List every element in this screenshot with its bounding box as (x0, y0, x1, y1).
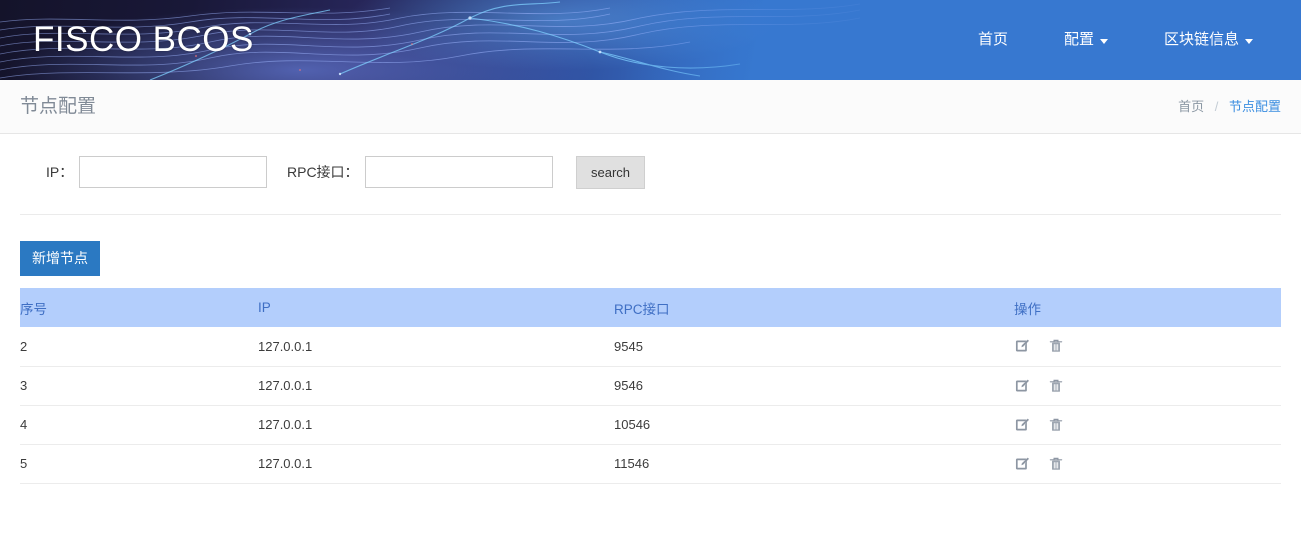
app-logo: FISCO BCOS (33, 20, 254, 59)
search-input-ip[interactable] (79, 156, 268, 188)
cell-rpc: 9546 (614, 366, 1014, 406)
chevron-down-icon (1099, 38, 1108, 44)
node-table-head: 序号 IP RPC接口 操作 (20, 288, 1281, 327)
cell-actions (1014, 366, 1281, 406)
search-field-ip-label: IP： (46, 164, 74, 180)
search-button[interactable]: search (576, 156, 645, 189)
chevron-down-icon (1245, 38, 1253, 44)
edit-icon[interactable] (1014, 416, 1031, 433)
cell-ip: 127.0.0.1 (258, 366, 614, 406)
search-field-ip: IP： (46, 156, 268, 188)
cell-rpc: 10546 (614, 405, 1014, 445)
cell-actions (1014, 327, 1281, 367)
page-title: 节点配置 (20, 96, 97, 117)
breadcrumb: 首页 / 节点配置 (1178, 80, 1281, 133)
nav-item-blockchain-info-label: 区块链信息 (1163, 31, 1239, 48)
column-header-rpc[interactable]: RPC接口 (614, 288, 1014, 327)
delete-icon[interactable] (1047, 416, 1064, 433)
cell-ip: 127.0.0.1 (258, 405, 614, 445)
node-table: 序号 IP RPC接口 操作 2 127.0.0.1 9545 3 127.0.… (20, 288, 1281, 484)
table-row[interactable]: 4 127.0.0.1 10546 (20, 405, 1281, 445)
cell-rpc: 9545 (614, 327, 1014, 367)
nav-item-home-label: 首页 (977, 31, 1008, 48)
search-input-rpc[interactable] (364, 156, 553, 188)
search-field-rpc: RPC接口： (287, 156, 553, 188)
column-header-index[interactable]: 序号 (20, 288, 258, 327)
nav-item-home[interactable]: 首页 (950, 0, 1036, 80)
nav-item-blockchain-info[interactable]: 区块链信息 (1136, 0, 1281, 80)
delete-icon[interactable] (1047, 377, 1064, 394)
breadcrumb-home[interactable]: 首页 (1178, 99, 1204, 114)
node-table-body: 2 127.0.0.1 9545 3 127.0.0.1 9546 4 127.… (20, 327, 1281, 484)
breadcrumb-separator: / (1214, 99, 1219, 114)
cell-rpc: 11546 (614, 444, 1014, 484)
row-action-group (1014, 416, 1280, 433)
node-table-section: 新增节点 序号 IP RPC接口 操作 2 127.0.0.1 9545 3 1… (0, 220, 1301, 484)
cell-index: 2 (20, 327, 258, 367)
section-divider (20, 214, 1281, 215)
cell-actions (1014, 405, 1281, 445)
search-field-rpc-label: RPC接口： (287, 164, 359, 180)
edit-icon[interactable] (1014, 338, 1031, 355)
delete-icon[interactable] (1047, 338, 1064, 355)
cell-index: 3 (20, 366, 258, 406)
edit-icon[interactable] (1014, 377, 1031, 394)
cell-index: 4 (20, 405, 258, 445)
search-form: IP： RPC接口： search (0, 134, 1301, 220)
cell-index: 5 (20, 444, 258, 484)
main-nav: 首页 配置 区块链信息 (950, 0, 1281, 80)
breadcrumb-current: 节点配置 (1228, 99, 1281, 114)
column-header-actions: 操作 (1014, 288, 1281, 327)
nav-item-config[interactable]: 配置 (1036, 0, 1136, 80)
row-action-group (1014, 338, 1280, 355)
column-header-ip[interactable]: IP (258, 288, 614, 327)
table-row[interactable]: 5 127.0.0.1 11546 (20, 444, 1281, 484)
edit-icon[interactable] (1014, 455, 1031, 472)
cell-ip: 127.0.0.1 (258, 444, 614, 484)
add-node-button[interactable]: 新增节点 (20, 241, 100, 276)
row-action-group (1014, 377, 1280, 394)
table-row[interactable]: 3 127.0.0.1 9546 (20, 366, 1281, 406)
header-artwork-fade (620, 0, 960, 80)
delete-icon[interactable] (1047, 455, 1064, 472)
nav-item-config-label: 配置 (1063, 31, 1094, 48)
table-header-row: 序号 IP RPC接口 操作 (20, 288, 1281, 327)
cell-actions (1014, 444, 1281, 484)
row-action-group (1014, 455, 1280, 472)
table-row[interactable]: 2 127.0.0.1 9545 (20, 327, 1281, 367)
page-content: IP： RPC接口： search 新增节点 序号 IP RPC接口 操作 2 … (0, 134, 1301, 484)
app-header: FISCO BCOS 首页 配置 区块链信息 (0, 0, 1301, 80)
page-subheader: 节点配置 首页 / 节点配置 (0, 80, 1301, 134)
cell-ip: 127.0.0.1 (258, 327, 614, 367)
